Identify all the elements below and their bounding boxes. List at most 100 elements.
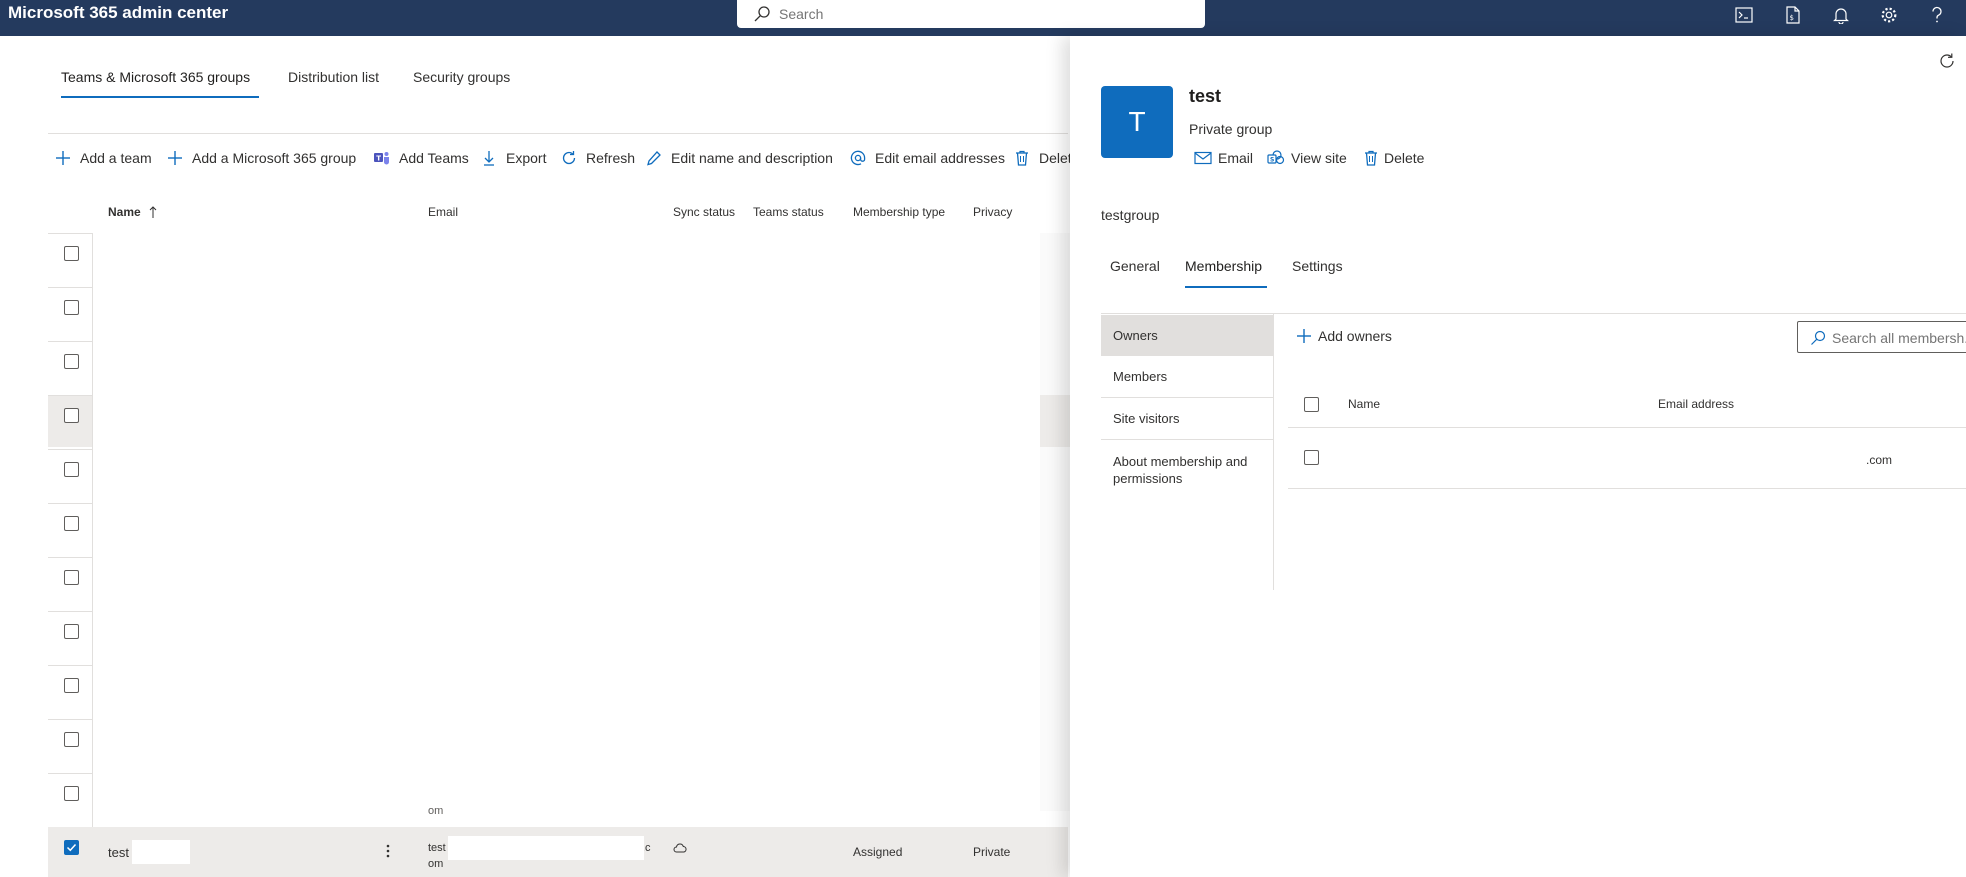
tab-general[interactable]: General <box>1110 258 1160 274</box>
row-checkbox[interactable] <box>64 516 79 531</box>
svg-text:T: T <box>376 155 381 163</box>
owners-row-divider <box>1288 488 1966 489</box>
pencil-icon <box>645 149 663 167</box>
tab-security-groups[interactable]: Security groups <box>413 69 510 85</box>
row-checkbox[interactable] <box>64 624 79 639</box>
row-checkbox[interactable] <box>64 246 79 261</box>
email-action-label: Email <box>1218 150 1254 166</box>
refresh-button[interactable]: Refresh <box>560 148 635 168</box>
row-checkbox[interactable] <box>64 732 79 747</box>
add-m365-group-button[interactable]: Add a Microsoft 365 group <box>166 148 356 168</box>
group-email-alias: testgroup <box>1101 207 1160 223</box>
row-membership-type: Assigned <box>853 845 903 859</box>
redacted-table-area <box>93 233 1040 811</box>
row-email-line1: test <box>428 842 446 854</box>
more-options-icon[interactable] <box>385 843 391 859</box>
row-divider <box>48 287 93 288</box>
owners-header-divider <box>1288 427 1966 428</box>
delete-group-action[interactable]: Delete <box>1364 148 1424 168</box>
gear-icon[interactable] <box>1878 4 1900 26</box>
row-checkbox-checked[interactable] <box>64 840 79 855</box>
divider <box>48 133 1068 134</box>
cloud-icon <box>673 843 687 853</box>
add-team-label: Add a team <box>80 150 152 166</box>
app-title[interactable]: Microsoft 365 admin center <box>8 2 228 24</box>
add-owners-button[interactable]: Add owners <box>1296 326 1392 346</box>
top-bar: Microsoft 365 admin center $ <box>0 0 1966 36</box>
add-teams-label: Add Teams <box>399 150 469 166</box>
delete-group-label: Delete <box>1384 150 1425 166</box>
search-icon <box>1810 330 1826 346</box>
members-search-box[interactable] <box>1797 321 1966 353</box>
global-search-box[interactable] <box>737 0 1205 28</box>
help-icon[interactable] <box>1926 4 1948 26</box>
column-header-privacy[interactable]: Privacy <box>973 205 1012 219</box>
tab-membership[interactable]: Membership <box>1185 258 1262 274</box>
at-icon <box>849 149 867 167</box>
row-divider <box>48 773 93 774</box>
edit-name-description-button[interactable]: Edit name and description <box>645 148 833 168</box>
subnav-divider <box>1101 439 1274 440</box>
row-checkbox[interactable] <box>64 786 79 801</box>
teams-icon: T <box>373 149 391 167</box>
export-label: Export <box>506 150 547 166</box>
row-checkbox[interactable] <box>64 354 79 369</box>
add-teams-button[interactable]: T Add Teams <box>373 148 469 168</box>
column-header-name[interactable]: Name <box>108 205 157 219</box>
svg-text:$: $ <box>1790 14 1794 22</box>
table-row-hover <box>1040 395 1070 447</box>
row-divider <box>48 611 93 612</box>
row-checkbox[interactable] <box>64 408 79 423</box>
group-details-panel: T test Private group Email S View site D… <box>1070 36 1966 877</box>
refresh-label: Refresh <box>586 150 636 166</box>
active-tab-indicator <box>1185 286 1267 288</box>
add-m365-group-label: Add a Microsoft 365 group <box>192 150 357 166</box>
row-privacy: Private <box>973 845 1011 859</box>
view-site-action[interactable]: S View site <box>1267 148 1347 168</box>
owner-email: .com <box>1866 453 1893 467</box>
column-header-sync-status[interactable]: Sync status <box>673 205 735 219</box>
subnav-site-visitors[interactable]: Site visitors <box>1101 398 1274 439</box>
row-divider <box>48 449 93 450</box>
group-type-label: Private group <box>1189 121 1273 137</box>
row-divider <box>48 341 93 342</box>
terminal-icon[interactable] <box>1733 4 1755 26</box>
subnav-members[interactable]: Members <box>1101 356 1274 397</box>
email-action[interactable]: Email <box>1194 148 1253 168</box>
row-group-name[interactable]: test <box>108 845 129 860</box>
delete-button[interactable]: Delet <box>1013 148 1072 168</box>
view-site-label: View site <box>1291 150 1347 166</box>
row-checkbox[interactable] <box>64 462 79 477</box>
group-name-heading: test <box>1189 86 1222 106</box>
trash-icon <box>1013 149 1031 167</box>
column-header-email[interactable]: Email <box>428 205 458 219</box>
column-header-membership-type[interactable]: Membership type <box>853 205 945 219</box>
row-checkbox[interactable] <box>64 300 79 315</box>
row-checkbox[interactable] <box>64 678 79 693</box>
owners-column-email[interactable]: Email address <box>1658 397 1734 411</box>
mail-icon <box>1194 151 1212 165</box>
subnav-owners[interactable]: Owners <box>1101 315 1274 356</box>
document-icon[interactable]: $ <box>1782 4 1804 26</box>
refresh-panel-icon[interactable] <box>1938 52 1956 70</box>
select-all-checkbox[interactable] <box>1304 397 1319 412</box>
tab-distribution-list[interactable]: Distribution list <box>288 69 379 85</box>
row-divider <box>48 719 93 720</box>
subnav-about-membership[interactable]: About membership and permissions <box>1101 453 1251 487</box>
add-team-button[interactable]: Add a team <box>54 148 152 168</box>
column-header-teams-status[interactable]: Teams status <box>753 205 824 219</box>
svg-text:S: S <box>1270 157 1274 164</box>
owners-column-name[interactable]: Name <box>1348 397 1380 411</box>
redaction-block <box>132 840 190 864</box>
owner-row-checkbox[interactable] <box>1304 450 1319 465</box>
tab-settings[interactable]: Settings <box>1292 258 1343 274</box>
row-divider <box>48 395 93 396</box>
plus-icon <box>166 149 184 167</box>
row-checkbox[interactable] <box>64 570 79 585</box>
bell-icon[interactable] <box>1830 4 1852 26</box>
tab-teams-and-groups[interactable]: Teams & Microsoft 365 groups <box>61 69 250 85</box>
global-search-input[interactable] <box>779 4 1179 24</box>
export-button[interactable]: Export <box>480 148 546 168</box>
edit-email-addresses-button[interactable]: Edit email addresses <box>849 148 1005 168</box>
members-search-input[interactable] <box>1832 328 1966 348</box>
